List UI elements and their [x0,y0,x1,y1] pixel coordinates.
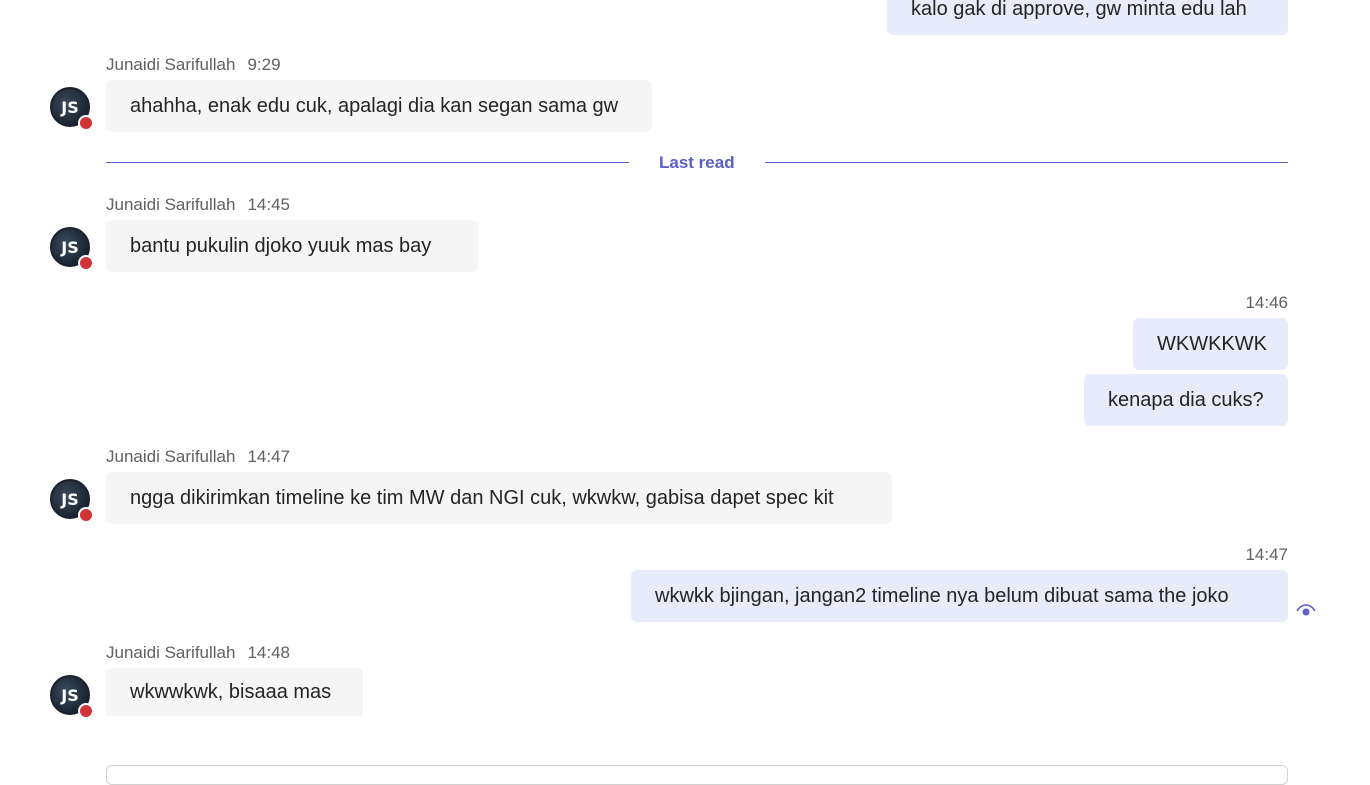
sender-name: Junaidi Sarifullah [106,643,236,662]
message-time: 14:48 [247,643,291,662]
sender-name: Junaidi Sarifullah [106,195,236,214]
message-time: 14:46 [1245,293,1288,312]
message-time: 14:45 [247,195,291,214]
divider-line-right [765,162,1288,163]
message-text: ahahha, enak edu cuk, apalagi dia kan se… [130,95,619,117]
message-time: 14:47 [1245,545,1288,564]
message-time: 14:47 [247,447,291,466]
sender-name: Junaidi Sarifullah [106,55,236,74]
message-text: wkwkk bjingan, jangan2 timeline nya belu… [655,585,1229,607]
busy-status-icon [78,255,94,271]
avatar-initials: JS [61,489,79,509]
incoming-message[interactable]: bantu pukulin djoko yuuk mas bay [106,220,478,272]
last-read-label: Last read [659,153,735,172]
incoming-message[interactable]: ngga dikirimkan timeline ke tim MW dan N… [106,472,892,524]
incoming-message[interactable]: wkwwkwk, bisaaa mas [106,668,363,716]
outgoing-message[interactable]: kalo gak di approve, gw minta edu lah [887,0,1288,35]
message-text: kenapa dia cuks? [1108,389,1264,411]
message-header: Junaidi Sarifullah 14:48 [106,643,290,663]
message-time: 9:29 [247,55,281,74]
message-header: Junaidi Sarifullah 14:47 [106,447,290,467]
compose-box[interactable] [106,765,1288,785]
message-header: Junaidi Sarifullah 9:29 [106,55,281,75]
avatar-initials: JS [61,685,79,705]
busy-status-icon [78,507,94,523]
divider-line-left [106,162,629,163]
incoming-message[interactable]: ahahha, enak edu cuk, apalagi dia kan se… [106,80,652,132]
avatar-initials: JS [61,237,79,257]
message-text: bantu pukulin djoko yuuk mas bay [130,235,432,257]
avatar-initials: JS [61,97,79,117]
message-header: Junaidi Sarifullah 14:45 [106,195,290,215]
outgoing-message[interactable]: kenapa dia cuks? [1084,374,1288,426]
message-text: wkwwkwk, bisaaa mas [130,681,332,703]
outgoing-message[interactable]: WKWKKWK [1133,318,1288,370]
message-text: ngga dikirimkan timeline ke tim MW dan N… [130,487,834,509]
message-text: WKWKKWK [1157,333,1267,355]
sender-name: Junaidi Sarifullah [106,447,236,466]
message-text: kalo gak di approve, gw minta edu lah [911,0,1247,20]
busy-status-icon [78,115,94,131]
eye-icon[interactable] [1296,604,1316,618]
busy-status-icon [78,703,94,719]
outgoing-message[interactable]: wkwkk bjingan, jangan2 timeline nya belu… [631,570,1288,622]
